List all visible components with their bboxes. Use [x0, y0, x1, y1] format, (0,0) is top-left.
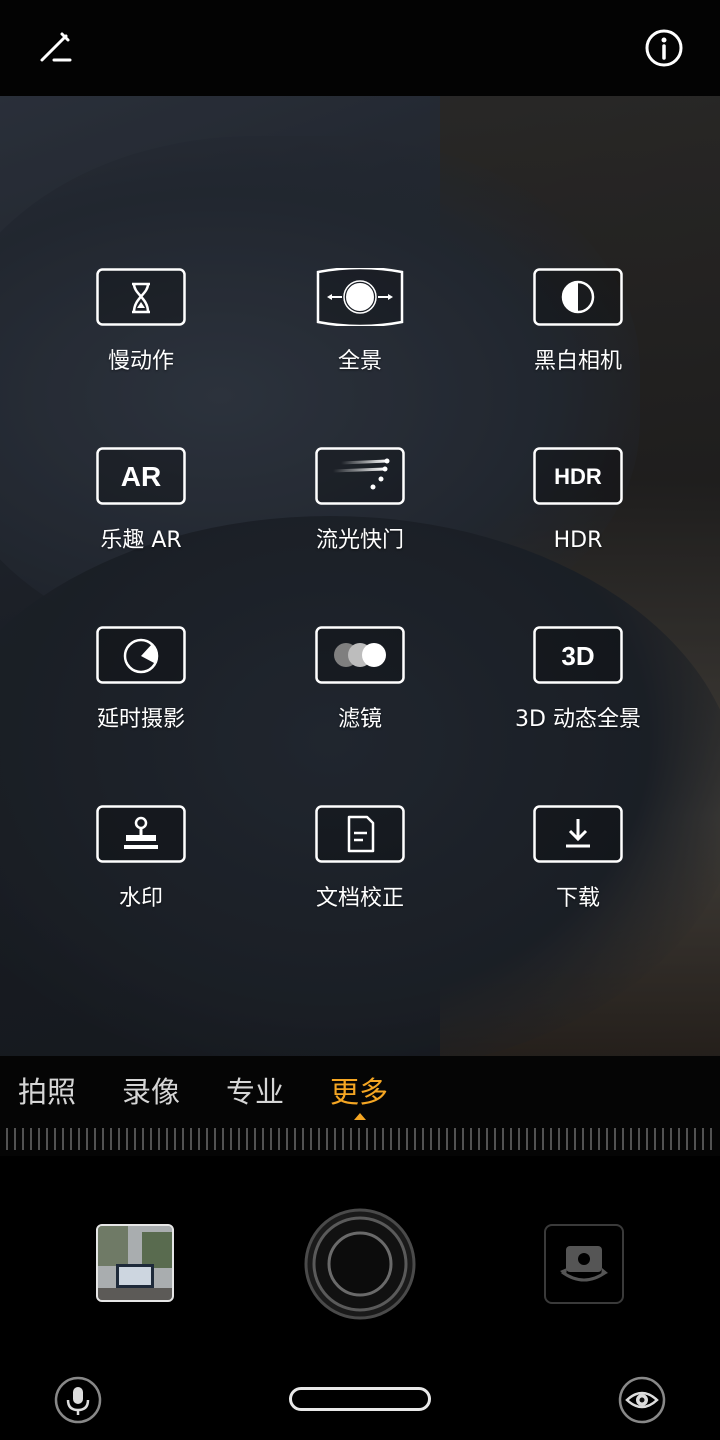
mode-label: 黑白相机: [533, 349, 622, 374]
mode-label: HDR: [553, 528, 603, 553]
hourglass-icon: [96, 268, 186, 326]
eye-icon[interactable]: [618, 1376, 666, 1424]
mode-hdr[interactable]: HDR HDR: [469, 447, 687, 567]
switch-camera-icon: [560, 1246, 608, 1282]
stamp-icon: [96, 805, 186, 863]
mode-filter[interactable]: 滤镜: [251, 626, 469, 746]
shutter-button[interactable]: [304, 1208, 416, 1320]
svg-text:3D: 3D: [561, 641, 594, 671]
mode-label: 下载: [555, 886, 600, 911]
tab-photo[interactable]: 拍照: [18, 1074, 76, 1110]
mode-label: 水印: [118, 886, 163, 911]
hdr-icon: HDR: [533, 447, 623, 505]
mode-slow-motion[interactable]: 慢动作: [32, 268, 250, 388]
switch-camera-button[interactable]: [544, 1224, 624, 1304]
mode-light-painting[interactable]: 流光快门: [251, 447, 469, 567]
mode-download[interactable]: 下载: [469, 805, 687, 925]
mode-label: 全景: [337, 349, 382, 374]
zoom-ruler[interactable]: [6, 1128, 716, 1150]
timelapse-icon: [96, 626, 186, 684]
mode-watermark[interactable]: 水印: [32, 805, 250, 925]
mode-panorama[interactable]: 全景: [251, 268, 469, 388]
tab-pro[interactable]: 专业: [226, 1074, 284, 1110]
active-tab-indicator: [354, 1113, 366, 1120]
mode-grid: 慢动作 全景 黑白相机 AR 乐趣 AR 流光快门 HDR HDR 延时摄影 滤…: [0, 96, 720, 911]
half-circle-icon: [533, 268, 623, 326]
capture-controls: [0, 1156, 720, 1440]
svg-text:AR: AR: [121, 461, 161, 492]
gallery-thumbnail[interactable]: [96, 1224, 174, 1302]
panorama-icon: [316, 268, 404, 326]
mode-label: 流光快门: [315, 528, 404, 553]
download-icon: [533, 805, 623, 863]
document-icon: [315, 805, 405, 863]
mode-label: 乐趣 AR: [100, 528, 182, 553]
mode-label: 滤镜: [337, 707, 382, 732]
3d-icon: 3D: [533, 626, 623, 684]
mode-document-correction[interactable]: 文档校正: [251, 805, 469, 925]
ar-icon: AR: [96, 447, 186, 505]
mode-label: 3D 动态全景: [515, 707, 641, 732]
top-bar: [0, 0, 720, 96]
mode-monochrome[interactable]: 黑白相机: [469, 268, 687, 388]
tab-more[interactable]: 更多: [330, 1074, 388, 1110]
gallery-thumbnail-image: [98, 1226, 172, 1300]
svg-text:HDR: HDR: [554, 464, 602, 489]
pencil-edit-icon[interactable]: [36, 28, 76, 68]
mode-3d-panorama[interactable]: 3D 3D 动态全景: [469, 626, 687, 746]
mode-label: 慢动作: [107, 349, 174, 374]
tab-video[interactable]: 录像: [122, 1074, 180, 1110]
mode-tabs: 拍照 录像 专业 更多: [0, 1056, 720, 1156]
home-indicator[interactable]: [289, 1387, 431, 1411]
filter-circles-icon: [315, 626, 405, 684]
light-trail-icon: [315, 447, 405, 505]
mode-label: 文档校正: [315, 886, 404, 911]
microphone-icon[interactable]: [54, 1376, 102, 1424]
mode-label: 延时摄影: [96, 707, 185, 732]
info-icon[interactable]: [644, 28, 684, 68]
mode-ar[interactable]: AR 乐趣 AR: [32, 447, 250, 567]
mode-timelapse[interactable]: 延时摄影: [32, 626, 250, 746]
